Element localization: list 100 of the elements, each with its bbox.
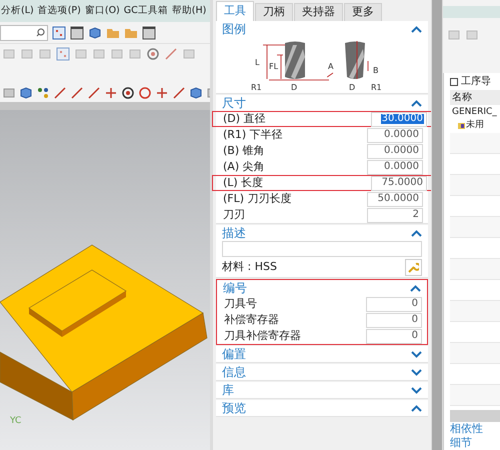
field-value: 0 [410, 299, 419, 309]
section-title: 描述 [222, 225, 246, 242]
value-field[interactable]: 30.0000 [371, 112, 427, 126]
expand-icon[interactable] [411, 386, 422, 394]
value-field[interactable]: 0.0000 [367, 144, 423, 158]
scrollbar[interactable] [431, 0, 443, 450]
field-value: 0 [410, 331, 419, 341]
line-icon[interactable] [70, 86, 84, 100]
tree-item[interactable]: 未用 [466, 119, 484, 133]
section-title: 预览 [222, 400, 246, 417]
section-title[interactable]: 相依性 [450, 422, 500, 436]
section-header[interactable]: 预览 [216, 400, 428, 416]
field-value: 0.0000 [383, 162, 420, 172]
menu-item[interactable]: 帮助(H) [172, 4, 206, 18]
dimension-label: R1 [251, 84, 262, 92]
tab[interactable]: 夹持器 [294, 3, 343, 21]
line-icon[interactable] [53, 86, 67, 100]
tool-icon[interactable] [2, 86, 16, 100]
cube-icon[interactable] [189, 86, 203, 100]
section-title[interactable]: 细节 [450, 436, 500, 450]
field-value: 0 [410, 315, 419, 325]
section-header[interactable]: 描述 [216, 225, 428, 241]
value-field[interactable]: 2 [367, 208, 423, 222]
tree-item[interactable]: GENERIC_ [450, 105, 500, 119]
section-header[interactable]: 尺寸 [216, 95, 428, 111]
menu-item[interactable]: 首选项(P) [38, 4, 81, 18]
wrench-icon [408, 262, 419, 273]
section-header[interactable]: 编号 [217, 280, 427, 296]
collapse-icon[interactable] [411, 26, 422, 32]
section-title: 库 [222, 382, 234, 399]
material-label: 材料 : HSS [222, 259, 277, 276]
collapse-icon[interactable] [411, 404, 422, 412]
parameter-label: 刀刃 [223, 206, 245, 223]
value-field[interactable]: 50.0000 [367, 192, 423, 206]
field-value: 0.0000 [383, 146, 420, 156]
description-field[interactable] [222, 241, 422, 257]
dimension-label: R1 [371, 84, 382, 92]
field-value: 0.0000 [383, 130, 420, 140]
section-header[interactable]: 图例 [216, 21, 428, 37]
ring-icon[interactable] [138, 86, 152, 100]
collapse-icon[interactable] [411, 230, 422, 236]
parameter-label: (D) 直径 [223, 110, 266, 127]
window-icon[interactable] [70, 26, 84, 40]
cube-icon[interactable] [88, 26, 102, 40]
field-value: 30.0000 [380, 114, 424, 124]
horizontal-scrollbar[interactable] [450, 410, 500, 422]
value-field[interactable]: 0 [366, 296, 422, 312]
parameter-label: 刀具补偿寄存器 [224, 328, 301, 344]
section-title: 信息 [222, 364, 246, 381]
field-value: 75.0000 [380, 178, 424, 188]
section-title: 图例 [222, 21, 246, 38]
dimension-label: L [255, 59, 260, 67]
points-icon[interactable] [36, 86, 50, 100]
collapse-icon[interactable] [410, 284, 421, 292]
search-icon [36, 28, 45, 37]
parameter-label: (L) 长度 [223, 174, 264, 191]
parameter-label: (R1) 下半径 [223, 126, 283, 143]
search-field[interactable] [0, 24, 48, 40]
section-title: 编号 [223, 280, 247, 297]
panel-title: 工序导 [461, 74, 491, 89]
line-icon[interactable] [172, 86, 186, 100]
tab[interactable]: 更多 [344, 3, 382, 21]
value-field[interactable]: 0 [366, 328, 422, 344]
menu-bar [443, 6, 500, 18]
section-header[interactable]: 信息 [216, 364, 428, 380]
value-field[interactable]: 75.0000 [371, 176, 427, 190]
menu-item[interactable]: GC工具箱 [124, 4, 168, 18]
parameter-label: 刀具号 [224, 296, 257, 312]
dimension-label: D [291, 84, 298, 92]
value-field[interactable]: 0.0000 [367, 160, 423, 174]
expand-icon[interactable] [411, 350, 422, 358]
menu-item[interactable]: 窗口(O) [84, 4, 120, 18]
menu-item[interactable]: 分析(L) [1, 4, 34, 18]
dimension-label: FL [269, 63, 278, 71]
window-icon[interactable] [142, 26, 156, 40]
line-icon[interactable] [164, 47, 178, 61]
axis-label: YC [10, 415, 22, 428]
value-field[interactable]: 0.0000 [367, 128, 423, 142]
expand-icon[interactable] [411, 368, 422, 376]
value-field[interactable]: 0 [366, 312, 422, 328]
dimension-label: A [328, 63, 334, 71]
collapse-icon[interactable] [411, 100, 422, 106]
line-icon[interactable] [87, 86, 101, 100]
tab[interactable]: 工具 [216, 1, 254, 21]
circle-icon[interactable] [121, 86, 135, 100]
column-header[interactable]: 名称 [450, 90, 500, 105]
plus-icon[interactable] [104, 86, 118, 100]
section-header[interactable]: 库 [216, 382, 428, 398]
plus-icon[interactable] [155, 86, 169, 100]
tab[interactable]: 刀柄 [255, 3, 293, 21]
dimension-label: B [373, 67, 378, 75]
cube-icon[interactable] [19, 86, 33, 100]
checkbox-icon[interactable] [450, 78, 458, 86]
field-value: 2 [412, 210, 420, 220]
field-value: 50.0000 [376, 194, 420, 204]
section-header[interactable]: 偏置 [216, 346, 428, 362]
parameter-label: (A) 尖角 [223, 158, 265, 175]
grid-icon[interactable] [52, 26, 66, 40]
parameter-label: (B) 锥角 [223, 142, 265, 159]
folder-icon [458, 123, 465, 129]
